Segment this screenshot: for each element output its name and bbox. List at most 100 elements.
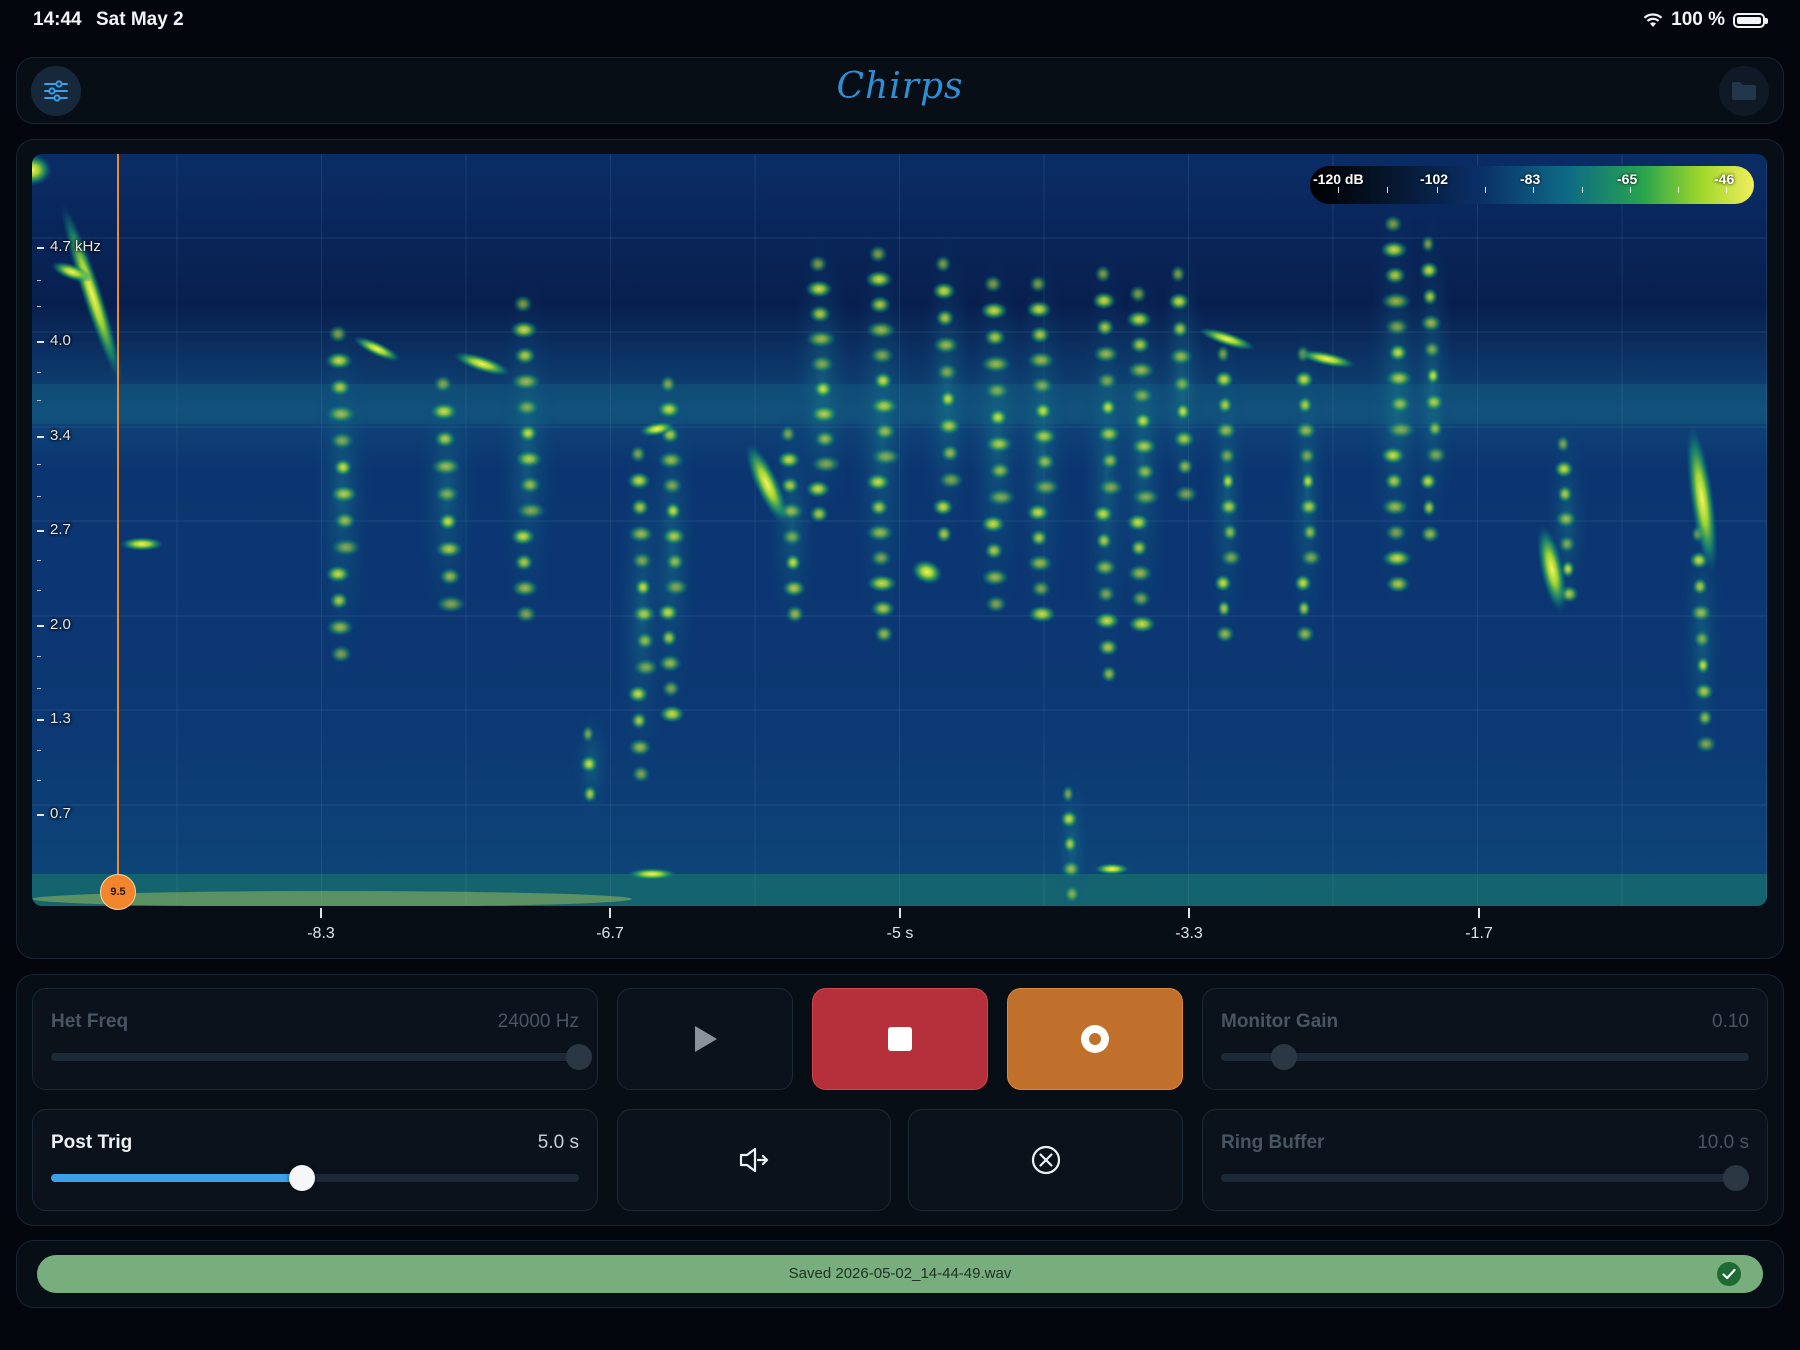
time-cursor-line[interactable] bbox=[117, 154, 119, 892]
y-tick bbox=[37, 436, 44, 438]
chirp-blob bbox=[1424, 393, 1444, 412]
monitor-output-button[interactable] bbox=[617, 1109, 891, 1211]
monitor-gain-control: Monitor Gain 0.10 bbox=[1202, 988, 1768, 1090]
y-tick bbox=[37, 247, 44, 249]
colorbar-tick bbox=[1678, 187, 1679, 193]
chirp-blob bbox=[1130, 589, 1152, 608]
time-cursor-handle[interactable]: 9.5 bbox=[100, 874, 136, 910]
chirp-blob bbox=[1690, 603, 1712, 622]
close-circle-icon bbox=[1031, 1145, 1060, 1175]
chirp-blob bbox=[657, 603, 679, 622]
het-freq-thumb[interactable] bbox=[566, 1044, 592, 1070]
record-icon bbox=[1081, 1025, 1109, 1053]
stop-icon bbox=[888, 1027, 912, 1051]
chirp-blob bbox=[333, 511, 357, 530]
chirp-blob bbox=[328, 325, 348, 343]
folder-button[interactable] bbox=[1719, 66, 1769, 116]
chirp-blob bbox=[810, 405, 838, 423]
chirp-blob bbox=[866, 523, 894, 542]
x-tick bbox=[320, 908, 322, 918]
het-freq-value: 24000 Hz bbox=[497, 1011, 579, 1032]
chirp-blob bbox=[808, 255, 828, 273]
y-tick bbox=[37, 341, 44, 343]
chirp-blob bbox=[1134, 462, 1156, 481]
post-trig-slider[interactable] bbox=[51, 1165, 579, 1191]
y-minor-tick bbox=[37, 560, 41, 561]
chirp-blob bbox=[781, 527, 803, 546]
chirp-blob bbox=[630, 711, 648, 730]
chirp-blob bbox=[662, 578, 690, 597]
chirp-blob bbox=[937, 417, 961, 435]
play-button[interactable] bbox=[617, 988, 793, 1090]
y-minor-tick bbox=[37, 372, 41, 373]
y-axis-label: 4.7 kHz bbox=[50, 238, 101, 255]
chirp-blob bbox=[1214, 370, 1234, 389]
chirp-blob bbox=[1128, 285, 1148, 303]
chirp-blob bbox=[988, 408, 1008, 427]
chirp-blob bbox=[935, 309, 955, 327]
clear-button[interactable] bbox=[908, 1109, 1183, 1211]
chirp-blob bbox=[658, 654, 682, 673]
het-freq-slider[interactable] bbox=[51, 1044, 592, 1070]
x-tick bbox=[1188, 908, 1190, 918]
chirp-blob bbox=[438, 512, 458, 531]
ring-buffer-slider[interactable] bbox=[1221, 1165, 1749, 1191]
chirp-blob bbox=[1214, 574, 1232, 593]
chirp-blob bbox=[1427, 419, 1443, 438]
chirp-blob bbox=[1218, 446, 1236, 465]
chirp-blob bbox=[1385, 575, 1411, 593]
ring-buffer-label: Ring Buffer bbox=[1221, 1132, 1325, 1153]
chirp-blob bbox=[1030, 376, 1054, 395]
chirp-blob bbox=[1294, 370, 1314, 389]
chirp-blob bbox=[659, 375, 677, 393]
chirp-blob bbox=[1133, 411, 1153, 430]
chirp-blob bbox=[1696, 656, 1710, 675]
chirp-blob bbox=[1027, 554, 1053, 573]
ring-buffer-thumb[interactable] bbox=[1722, 1165, 1749, 1191]
chirp-blob bbox=[581, 725, 595, 743]
chirp-blob bbox=[1419, 472, 1437, 491]
battery-percent: 100 % bbox=[1671, 9, 1725, 30]
x-axis-label: -5 s bbox=[886, 925, 914, 942]
chirp-blob bbox=[980, 301, 1008, 320]
chirp-blob bbox=[1222, 523, 1238, 542]
het-freq-control: Het Freq 24000 Hz bbox=[32, 988, 598, 1090]
chirp-blob bbox=[1420, 525, 1440, 543]
ring-buffer-value: 10.0 s bbox=[1697, 1132, 1749, 1153]
chirp-blob bbox=[1381, 549, 1413, 568]
chirp-blob bbox=[514, 553, 534, 572]
chirp-blob bbox=[435, 540, 463, 558]
chirp-blob bbox=[869, 498, 889, 517]
chirp-blob bbox=[1421, 235, 1435, 253]
chirp-blob bbox=[330, 538, 362, 557]
monitor-gain-slider[interactable] bbox=[1221, 1044, 1749, 1070]
y-axis-label: 2.0 bbox=[50, 616, 71, 633]
chirp-blob bbox=[430, 402, 458, 421]
chirp-blob bbox=[985, 488, 1017, 507]
ring-buffer-control: Ring Buffer 10.0 s bbox=[1202, 1109, 1768, 1211]
spectrogram[interactable] bbox=[32, 154, 1767, 906]
chirp-blob bbox=[515, 450, 543, 468]
stop-button[interactable] bbox=[812, 988, 988, 1090]
chirp-blob bbox=[1558, 535, 1576, 553]
chirp-blob bbox=[984, 541, 1004, 560]
monitor-gain-thumb[interactable] bbox=[1271, 1044, 1298, 1070]
chirp-blob bbox=[805, 480, 831, 498]
chirp-blob bbox=[658, 705, 686, 723]
chirp-blob bbox=[1697, 708, 1713, 727]
y-axis-label: 1.3 bbox=[50, 710, 71, 727]
y-minor-tick bbox=[37, 496, 41, 497]
chirp-blob bbox=[1131, 488, 1161, 507]
x-tick bbox=[1478, 908, 1480, 918]
chirp-blob bbox=[1029, 325, 1051, 344]
chirp-blob bbox=[1126, 310, 1152, 329]
record-button[interactable] bbox=[1007, 988, 1183, 1090]
chirp-blob bbox=[1026, 503, 1050, 522]
chirp-blob bbox=[809, 505, 829, 523]
chirp-blob bbox=[808, 305, 832, 323]
chirp-blob bbox=[1031, 427, 1057, 446]
chirp-blob bbox=[784, 553, 802, 572]
chirp-blob bbox=[1425, 445, 1447, 464]
post-trig-thumb[interactable] bbox=[288, 1165, 315, 1191]
chirp-blob bbox=[328, 378, 352, 397]
